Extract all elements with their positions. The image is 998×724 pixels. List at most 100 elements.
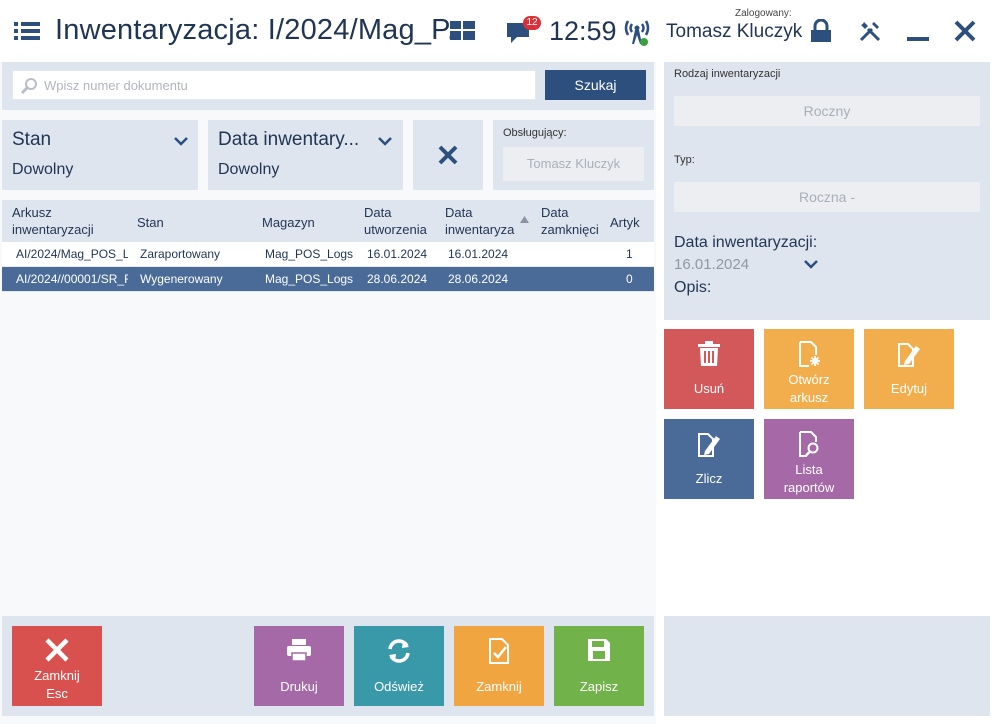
column-header-sheet[interactable]: Arkusz inwentaryzacji: [12, 204, 132, 238]
state-filter[interactable]: Stan Dowolny: [2, 120, 198, 190]
open-sheet-label-line1: Otwórz: [788, 372, 830, 387]
save-label: Zapisz: [579, 679, 619, 694]
inventory-type-label: Rodzaj inwentaryzacji: [674, 68, 781, 80]
edit-button[interactable]: Edytuj: [864, 329, 954, 409]
date-filter-value: Dowolny: [218, 161, 280, 178]
open-sheet-button[interactable]: Otwórz arkusz: [764, 329, 854, 409]
handler-filter: Obsługujący: Tomasz Kluczyk: [493, 120, 654, 190]
reports-list-label-line2: raportów: [783, 480, 835, 495]
column-header-warehouse[interactable]: Magazyn: [262, 214, 352, 231]
kind-label: Typ:: [674, 154, 695, 166]
logged-in-label: Zalogowany:: [735, 8, 792, 19]
table-row-selected[interactable]: AI/2024//00001/SR_F Wygenerowany Mag_POS…: [2, 267, 654, 292]
page-title: Inwentaryzacja: I/2024/Mag_P...: [55, 14, 472, 46]
save-disk-icon: [588, 639, 610, 661]
open-sheet-label-line2: arkusz: [789, 390, 829, 405]
document-check-icon: [489, 638, 509, 664]
delete-label: Usuń: [693, 381, 725, 396]
details-panel: Rodzaj inwentaryzacji Roczny Typ: Roczna…: [664, 62, 990, 320]
cell-inventory-date: 28.06.2024: [448, 272, 509, 286]
close-window-icon[interactable]: [953, 19, 977, 43]
count-button[interactable]: Zlicz: [664, 419, 754, 499]
document-open-icon: [799, 341, 820, 367]
count-label: Zlicz: [695, 471, 723, 486]
date-filter-title: Data inwentary...: [218, 129, 360, 150]
table-row[interactable]: AI/2024/Mag_POS_Lo Zaraportowany Mag_POS…: [2, 242, 654, 267]
state-filter-title: Stan: [12, 129, 52, 150]
cell-state: Zaraportowany: [140, 247, 221, 261]
column-header-closed[interactable]: Data zamknięci: [541, 204, 607, 238]
sort-ascending-icon: [520, 216, 529, 223]
handler-field[interactable]: Tomasz Kluczyk: [503, 147, 644, 181]
refresh-icon: [388, 639, 410, 663]
inventory-date-filter[interactable]: Data inwentary... Dowolny: [208, 120, 403, 190]
close-x-icon: [45, 638, 69, 662]
cell-created: 16.01.2024: [367, 247, 428, 261]
notifications-icon[interactable]: 12: [506, 16, 541, 46]
delete-button[interactable]: Usuń: [664, 329, 754, 409]
details-bottom-bar: [664, 616, 990, 716]
column-header-created[interactable]: Data utworzenia: [364, 204, 436, 238]
cell-items: 0: [626, 272, 633, 286]
clock: 12:59: [549, 16, 617, 46]
top-bar: Inwentaryzacja: I/2024/Mag_P... 12 12:59…: [0, 0, 998, 62]
close-label: Zamknij: [34, 668, 80, 683]
reports-list-button[interactable]: Lista raportów: [764, 419, 854, 499]
close-shortcut-label: Esc: [46, 686, 68, 701]
column-header-inventory-date[interactable]: Data inwentaryza: [445, 204, 523, 238]
cell-warehouse: Mag_POS_LogsV: [265, 272, 353, 286]
clear-x-icon: [438, 145, 458, 165]
cell-created: 28.06.2024: [367, 272, 428, 286]
cell-sheet: AI/2024//00001/SR_F: [16, 272, 128, 286]
cell-state: Wygenerowany: [140, 272, 223, 286]
settings-tools-icon[interactable]: [858, 19, 882, 43]
column-header-state[interactable]: Stan: [137, 214, 247, 231]
printer-icon: [287, 639, 311, 662]
search-icon: [20, 78, 37, 95]
edit-label: Edytuj: [890, 381, 928, 396]
finish-document-button[interactable]: Zamknij: [454, 626, 544, 706]
notification-count-badge: 12: [523, 16, 541, 30]
table-header: Arkusz inwentaryzacji Stan Magazyn Data …: [2, 200, 654, 242]
refresh-button[interactable]: Odśwież: [354, 626, 444, 706]
inventory-type-field: Roczny: [674, 96, 980, 126]
print-button[interactable]: Drukuj: [254, 626, 344, 706]
cell-items: 1: [626, 247, 633, 261]
bottom-toolbar: Zamknij Esc Drukuj Odśwież Zamknij Zapis…: [2, 616, 654, 716]
close-esc-button[interactable]: Zamknij Esc: [12, 626, 102, 706]
connection-status-icon: [624, 17, 650, 47]
reports-list-label-line1: Lista: [795, 462, 823, 477]
hamburger-menu-icon[interactable]: [14, 20, 40, 42]
inventory-date-label: Data inwentaryzacji:: [674, 234, 818, 251]
cell-warehouse: Mag_POS_LogsV: [265, 247, 353, 261]
search-input[interactable]: [44, 75, 524, 95]
finish-label: Zamknij: [476, 679, 522, 694]
inventory-sheets-table: Arkusz inwentaryzacji Stan Magazyn Data …: [2, 200, 654, 292]
trash-icon: [698, 341, 720, 366]
lock-icon[interactable]: [810, 18, 832, 43]
chevron-down-icon[interactable]: [804, 259, 818, 269]
document-search-icon: [799, 431, 819, 457]
state-filter-value: Dowolny: [12, 161, 74, 178]
document-count-icon: [698, 433, 720, 457]
inventory-date-value: 16.01.2024: [674, 256, 750, 273]
column-header-items[interactable]: Artyk: [610, 214, 654, 231]
handler-label: Obsługujący:: [503, 127, 567, 139]
search-button[interactable]: Szukaj: [545, 70, 646, 100]
dashboard-grid-icon[interactable]: [450, 21, 475, 41]
search-box: [12, 70, 536, 100]
cell-sheet: AI/2024/Mag_POS_Lo: [16, 247, 128, 261]
clear-filters-button[interactable]: [413, 120, 483, 190]
cell-inventory-date: 16.01.2024: [448, 247, 509, 261]
refresh-label: Odśwież: [374, 679, 424, 694]
chevron-down-icon: [378, 137, 392, 146]
description-label: Opis:: [674, 279, 712, 296]
chevron-down-icon: [174, 137, 188, 146]
minimize-icon[interactable]: [906, 19, 930, 43]
save-button[interactable]: Zapisz: [554, 626, 644, 706]
document-edit-icon: [898, 343, 920, 367]
print-label: Drukuj: [280, 679, 318, 694]
search-bar: Szukaj: [2, 62, 654, 110]
kind-field: Roczna -: [674, 182, 980, 212]
documents-panel: Szukaj Stan Dowolny Data inwentary... Do…: [0, 62, 656, 724]
